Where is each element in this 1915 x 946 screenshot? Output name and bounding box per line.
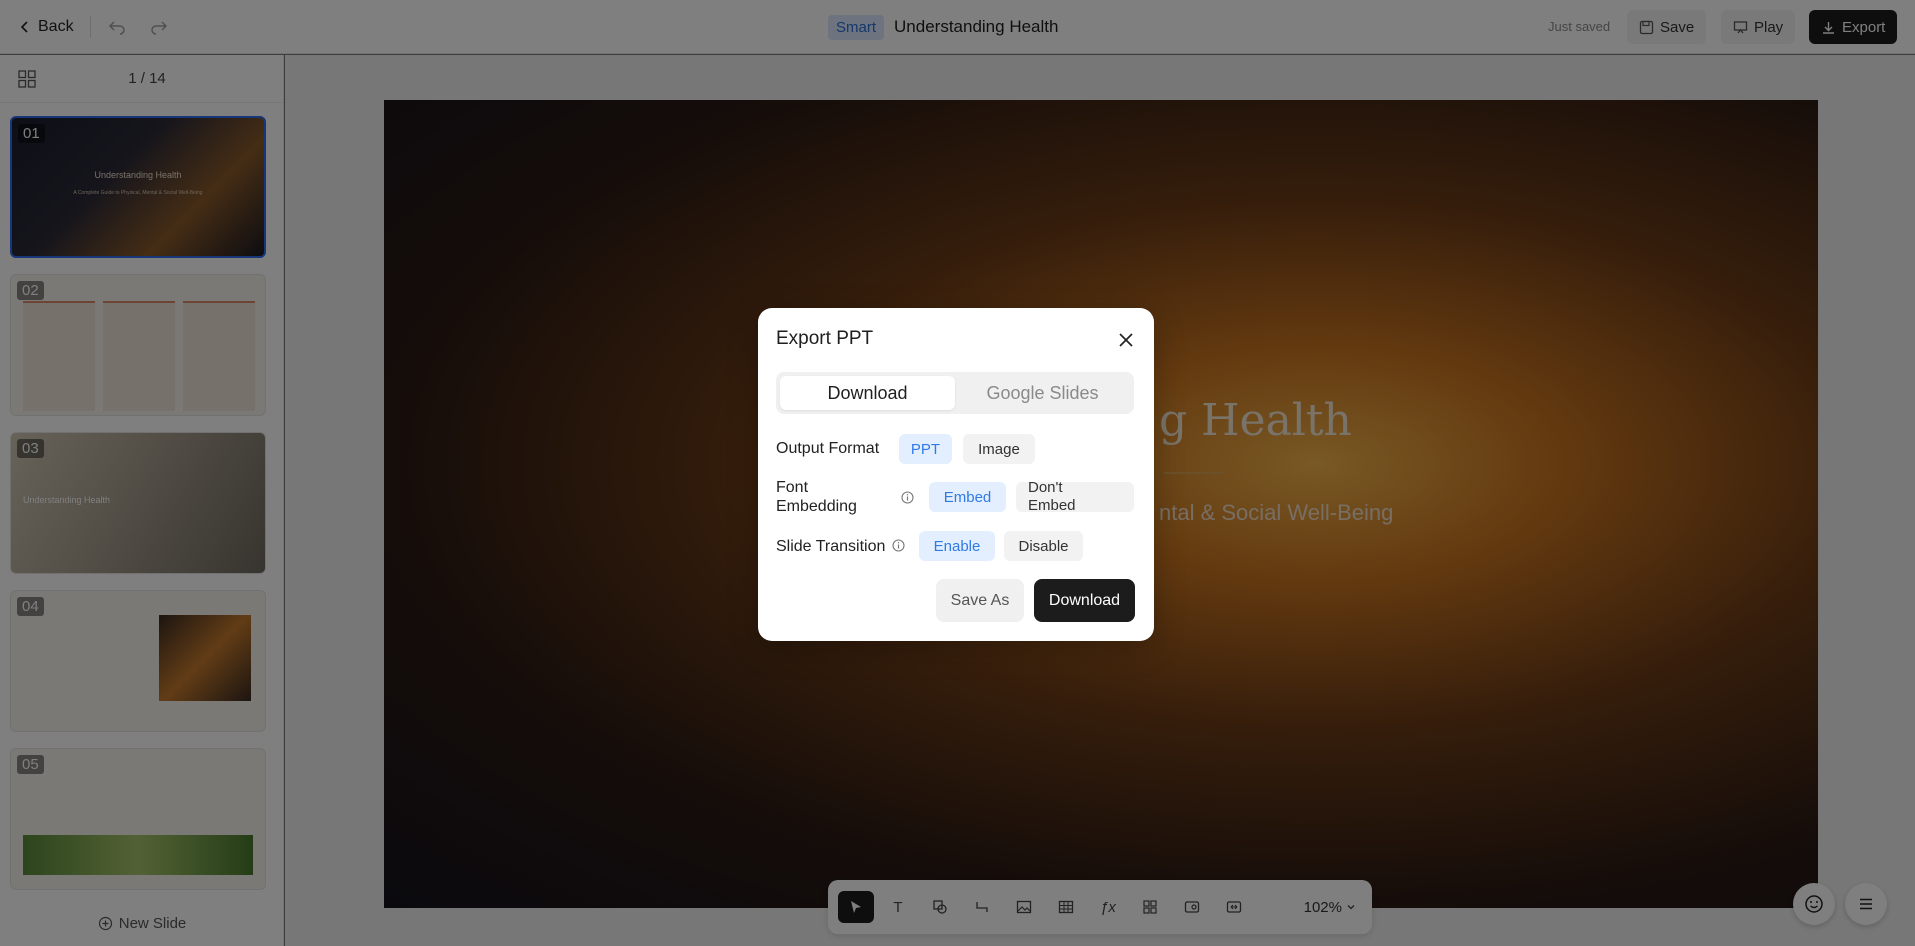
close-icon[interactable] (1116, 330, 1136, 350)
output-format-ppt[interactable]: PPT (899, 434, 952, 464)
export-dialog: Export PPT Download Google Slides Output… (758, 308, 1154, 641)
tab-google-slides[interactable]: Google Slides (955, 376, 1130, 410)
save-as-button[interactable]: Save As (936, 579, 1024, 622)
slide-transition-disable[interactable]: Disable (1004, 531, 1083, 561)
info-icon[interactable] (901, 491, 914, 504)
font-embedding-label: Font Embedding (776, 479, 857, 515)
output-format-label: Output Format (776, 440, 880, 457)
slide-transition-label: Slide Transition (776, 538, 886, 555)
download-button[interactable]: Download (1034, 579, 1135, 622)
tab-download[interactable]: Download (780, 376, 955, 410)
info-icon[interactable] (892, 539, 905, 552)
font-embedding-embed[interactable]: Embed (929, 482, 1006, 512)
output-format-image[interactable]: Image (963, 434, 1035, 464)
export-target-tabs: Download Google Slides (776, 372, 1134, 414)
dont-embed-label: Don't Embed (1028, 479, 1076, 514)
font-embedding-dont-embed[interactable]: Don't Embed (1016, 479, 1134, 514)
slide-transition-enable[interactable]: Enable (919, 531, 995, 561)
dialog-title: Export PPT (776, 328, 874, 349)
